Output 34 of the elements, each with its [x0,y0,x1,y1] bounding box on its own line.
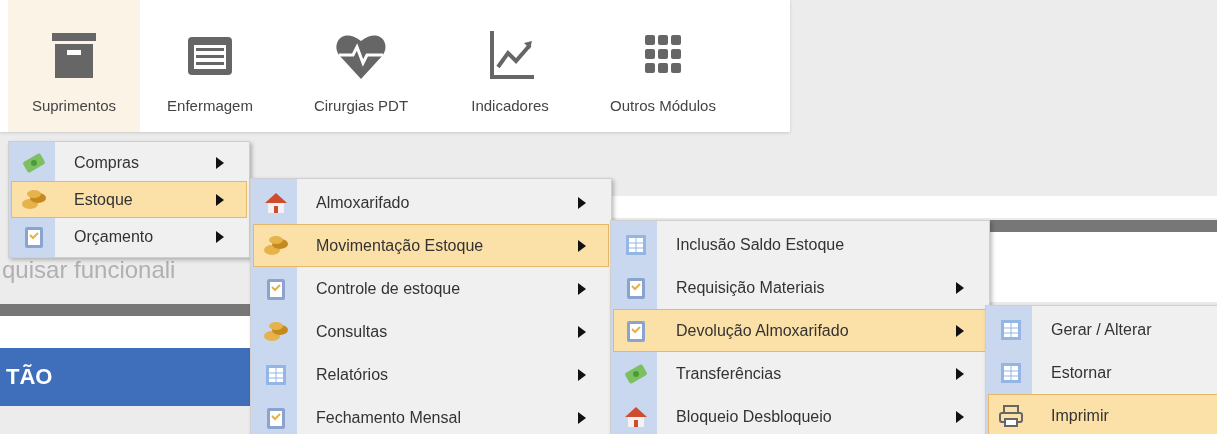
coins-icon [263,233,289,258]
coins-icon [263,319,289,344]
table-icon [623,232,649,257]
menu-item[interactable]: Controle de estoque [253,267,609,310]
menu-item[interactable]: Estoque [11,181,247,218]
menu-item[interactable]: Devolução Almoxarifado [613,309,987,352]
menu-item[interactable]: Compras [11,144,247,181]
menu-item[interactable]: Movimentação Estoque [253,224,609,267]
module-button[interactable]: Indicadores [442,0,578,132]
house-icon [263,190,289,215]
printer-icon [998,403,1024,428]
menu-item[interactable]: Imprimir [988,394,1217,434]
menu-item[interactable]: Requisição Materiais [613,266,987,309]
menu-item[interactable]: Inclusão Saldo Estoque [613,223,987,266]
menu-item[interactable]: Consultas [253,310,609,353]
module-button[interactable]: Suprimentos [8,0,140,132]
module-button[interactable]: Enfermagem [140,0,280,132]
menu-item[interactable]: Transferências [613,352,987,395]
menu-item[interactable]: Fechamento Mensal [253,396,609,434]
module-button[interactable]: Cirurgias PDT [280,0,442,132]
menu-item[interactable]: Estornar [988,351,1217,394]
table-icon [998,317,1024,342]
house-icon [623,404,649,429]
table-icon [998,360,1024,385]
menu-item[interactable]: Relatórios [253,353,609,396]
menu-item[interactable]: Bloqueio Desbloqueio [613,395,987,434]
section-banner: TÃO [0,348,250,406]
search-hint: quisar funcionali [2,256,176,284]
coins-icon [21,187,47,212]
menu-item[interactable]: Orçamento [11,218,247,255]
menu-item[interactable]: Almoxarifado [253,181,609,224]
menu-item[interactable]: Gerar / Alterar [988,308,1217,351]
module-button[interactable]: Outros Módulos [578,0,748,132]
table-icon [263,362,289,387]
